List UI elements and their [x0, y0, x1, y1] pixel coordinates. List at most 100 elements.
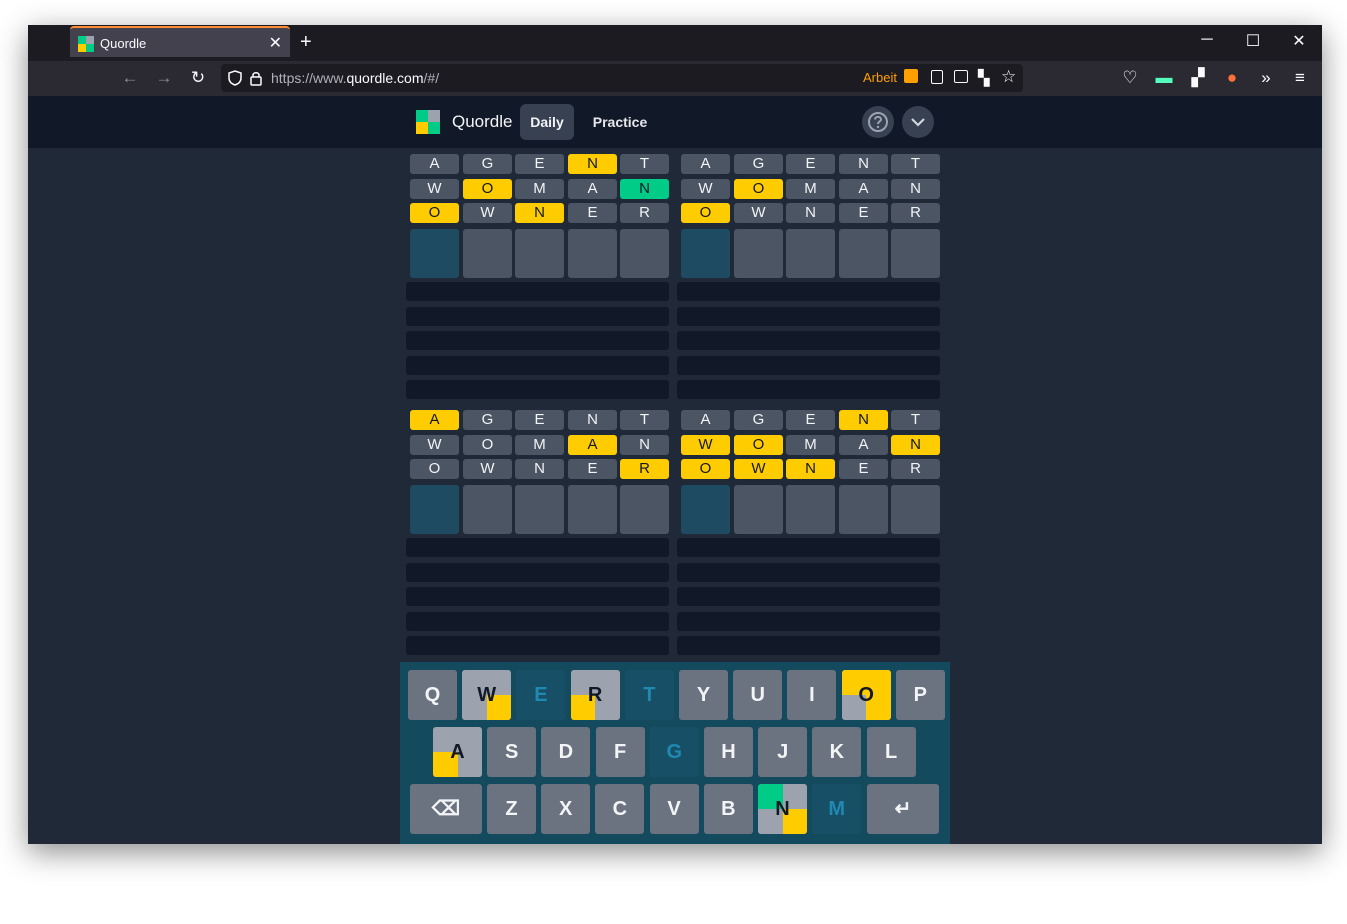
key-label: P: [913, 684, 927, 706]
translate-icon[interactable]: [954, 70, 968, 83]
empty-tile: [891, 485, 940, 534]
key-label: B: [721, 798, 736, 820]
key-e[interactable]: E: [516, 670, 566, 720]
letter-tile: R: [620, 459, 669, 479]
key-x[interactable]: X: [541, 784, 591, 834]
key-m[interactable]: M: [812, 784, 862, 834]
key-label: R: [587, 684, 603, 706]
empty-tile: [620, 485, 669, 534]
guess-row: WOMAN: [408, 178, 672, 199]
qr-code-icon[interactable]: ▚: [978, 69, 990, 87]
url-bar[interactable]: https://www.quordle.com/#/ Arbeit ▚ ☆: [221, 64, 1023, 92]
key-t[interactable]: T: [624, 670, 674, 720]
key-c[interactable]: C: [595, 784, 645, 834]
letter-tile: O: [681, 459, 730, 479]
key-label: Z: [505, 798, 518, 820]
letter-tile: E: [839, 459, 888, 479]
empty-tile: [786, 229, 835, 278]
key-k[interactable]: K: [812, 727, 862, 777]
help-button[interactable]: [862, 106, 894, 138]
letter-tile: N: [620, 434, 669, 455]
key-j[interactable]: J: [758, 727, 808, 777]
key-w[interactable]: W: [462, 670, 512, 720]
letter-tile: N: [568, 154, 617, 174]
letter-tile: W: [681, 434, 730, 455]
overflow-chevrons-icon[interactable]: »: [1256, 68, 1276, 88]
practice-tab[interactable]: Practice: [584, 104, 656, 140]
app-title: Quordle: [452, 112, 513, 131]
minimize-icon[interactable]: ─: [1197, 31, 1217, 49]
reader-view-icon[interactable]: [931, 70, 943, 84]
key-r[interactable]: R: [570, 670, 620, 720]
letter-tile: W: [463, 459, 512, 479]
briefcase-icon[interactable]: [904, 69, 918, 83]
key-s[interactable]: S: [487, 727, 537, 777]
letter-tile: N: [891, 178, 940, 199]
help-icon: [868, 112, 888, 132]
key-label: M: [828, 798, 846, 820]
key-label: C: [612, 798, 628, 820]
letter-tile: W: [734, 203, 783, 223]
forward-icon[interactable]: →: [154, 68, 174, 88]
key-a[interactable]: A: [433, 727, 482, 777]
letter-tile: W: [681, 178, 730, 199]
letter-tile: W: [410, 178, 459, 199]
key-d[interactable]: D: [541, 727, 591, 777]
menu-toggle-button[interactable]: [902, 106, 934, 138]
empty-tile: [681, 229, 730, 278]
key-label: Q: [424, 684, 441, 706]
daily-tab[interactable]: Daily: [520, 104, 574, 140]
lock-icon[interactable]: [249, 70, 263, 86]
key-label: O: [858, 684, 874, 706]
url-text[interactable]: https://www.quordle.com/#/: [271, 70, 439, 86]
key-h[interactable]: H: [704, 727, 753, 777]
key-i[interactable]: I: [787, 670, 837, 720]
bookmark-star-icon[interactable]: ☆: [1001, 67, 1016, 87]
unused-row: [677, 306, 940, 326]
key-p[interactable]: P: [895, 670, 945, 720]
letter-tile: O: [410, 203, 459, 223]
hamburger-menu-icon[interactable]: ≡: [1290, 68, 1310, 88]
firefox-account-icon[interactable]: ●: [1222, 68, 1242, 88]
enter-key[interactable]: ↵: [867, 784, 939, 834]
pocket-icon[interactable]: ♡: [1120, 68, 1140, 88]
key-label: T: [643, 684, 656, 706]
container-label[interactable]: Arbeit: [863, 70, 897, 85]
key-n[interactable]: N: [758, 784, 807, 834]
back-icon[interactable]: ←: [120, 68, 140, 88]
tab-quordle[interactable]: Quordle ✕: [70, 26, 290, 57]
key-label: K: [829, 741, 845, 763]
key-label: G: [666, 741, 683, 763]
key-g[interactable]: G: [649, 727, 699, 777]
unused-row: [677, 611, 940, 631]
key-label: V: [667, 798, 681, 820]
shield-icon[interactable]: [227, 70, 243, 86]
reload-icon[interactable]: ↻: [188, 68, 208, 88]
close-window-icon[interactable]: ✕: [1289, 31, 1309, 51]
current-guess-row: [679, 485, 943, 534]
key-v[interactable]: V: [649, 784, 699, 834]
unused-row: [677, 282, 940, 301]
key-y[interactable]: Y: [679, 670, 728, 720]
backspace-key[interactable]: ⌫: [410, 784, 482, 834]
key-q[interactable]: Q: [408, 670, 457, 720]
key-u[interactable]: U: [733, 670, 783, 720]
printer-icon[interactable]: ▬: [1154, 68, 1174, 88]
key-z[interactable]: Z: [487, 784, 536, 834]
key-b[interactable]: B: [703, 784, 753, 834]
maximize-icon[interactable]: ☐: [1243, 31, 1263, 51]
empty-tile: [786, 485, 835, 534]
key-label: X: [559, 798, 573, 820]
extensions-icon[interactable]: ▞: [1188, 68, 1208, 88]
empty-tile: [620, 229, 669, 278]
unused-row: [677, 380, 940, 399]
letter-tile: E: [568, 459, 617, 479]
key-f[interactable]: F: [595, 727, 645, 777]
key-l[interactable]: L: [866, 727, 916, 777]
key-label: A: [450, 741, 465, 763]
letter-tile: G: [463, 154, 512, 174]
guess-row: AGENT: [408, 410, 672, 430]
close-tab-icon[interactable]: ✕: [269, 33, 282, 53]
new-tab-button[interactable]: +: [300, 31, 312, 54]
key-o[interactable]: O: [841, 670, 891, 720]
